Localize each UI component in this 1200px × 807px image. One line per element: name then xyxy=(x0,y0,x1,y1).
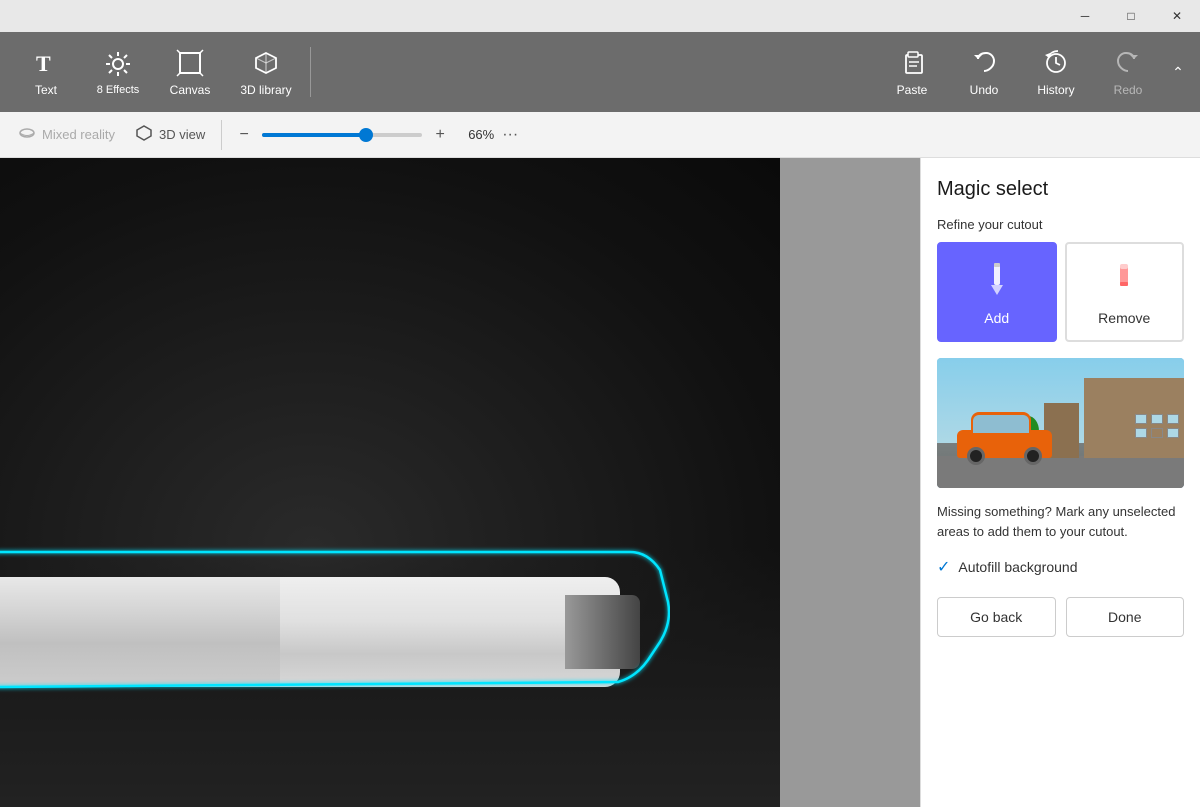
canvas-image xyxy=(0,158,780,807)
add-brush-icon xyxy=(979,259,1015,302)
toolbar-tools: T Text 8 Effects xyxy=(10,32,306,112)
canvas-area[interactable] xyxy=(0,158,920,807)
undo-icon xyxy=(968,47,1000,79)
preview-scene xyxy=(937,358,1184,488)
toolbar-item-3dlibrary[interactable]: 3D library xyxy=(226,36,306,108)
svg-text:T: T xyxy=(36,51,51,76)
zoom-in-button[interactable]: + xyxy=(428,123,452,147)
right-panel: Magic select Refine your cutout Add xyxy=(920,158,1200,807)
undo-label: Undo xyxy=(970,83,999,97)
zoom-out-button[interactable]: − xyxy=(232,123,256,147)
maximize-button[interactable]: □ xyxy=(1108,0,1154,32)
remove-button[interactable]: Remove xyxy=(1065,242,1185,342)
text-icon: T xyxy=(30,47,62,79)
toolbar-collapse-button[interactable]: ⌃ xyxy=(1166,36,1190,108)
add-label: Add xyxy=(984,310,1009,326)
zoom-slider-thumb[interactable] xyxy=(359,128,373,142)
secondary-separator xyxy=(221,120,222,150)
mixed-reality-button[interactable]: Mixed reality xyxy=(8,120,125,149)
go-back-button[interactable]: Go back xyxy=(937,597,1056,637)
panel-title: Magic select xyxy=(937,178,1184,201)
history-icon xyxy=(1040,47,1072,79)
mixed-reality-label: Mixed reality xyxy=(42,127,115,142)
toolbar-item-effects[interactable]: 8 Effects xyxy=(82,36,154,108)
toolbar-item-undo[interactable]: Undo xyxy=(950,36,1018,108)
zoom-control: − + 66% xyxy=(232,123,494,147)
title-bar: ─ □ ✕ xyxy=(0,0,1200,32)
minimize-button[interactable]: ─ xyxy=(1062,0,1108,32)
toolbar-separator xyxy=(310,47,311,97)
bottom-buttons: Go back Done xyxy=(937,597,1184,637)
done-button[interactable]: Done xyxy=(1066,597,1185,637)
toolbar-item-paste[interactable]: Paste xyxy=(878,36,946,108)
effects-icon xyxy=(102,48,134,80)
title-bar-controls: ─ □ ✕ xyxy=(1062,0,1200,32)
library-3d-icon xyxy=(250,47,282,79)
3d-view-button[interactable]: 3D view xyxy=(125,120,215,149)
text-label: Text xyxy=(35,83,57,97)
autofill-label: Autofill background xyxy=(958,559,1077,575)
toolbar-item-canvas[interactable]: Canvas xyxy=(154,36,226,108)
remove-label: Remove xyxy=(1098,310,1150,326)
autofill-checkmark: ✓ xyxy=(937,557,950,577)
redo-label: Redo xyxy=(1114,83,1143,97)
cutout-buttons: Add Remove xyxy=(937,242,1184,342)
toolbar: T Text 8 Effects xyxy=(0,32,1200,112)
history-label: History xyxy=(1037,83,1074,97)
toolbar-item-redo[interactable]: Redo xyxy=(1094,36,1162,108)
helper-text: Missing something? Mark any unselected a… xyxy=(937,502,1184,541)
effects-label: 8 Effects xyxy=(97,84,140,96)
canvas-icon xyxy=(174,47,206,79)
more-options-button[interactable]: ··· xyxy=(494,119,526,151)
close-button[interactable]: ✕ xyxy=(1154,0,1200,32)
preview-area xyxy=(937,358,1184,488)
redo-icon xyxy=(1112,47,1144,79)
3d-view-icon xyxy=(135,124,153,145)
paste-icon xyxy=(896,47,928,79)
add-button[interactable]: Add xyxy=(937,242,1057,342)
canvas-label: Canvas xyxy=(170,83,211,97)
zoom-slider-track xyxy=(262,133,422,137)
autofill-row[interactable]: ✓ Autofill background xyxy=(937,557,1184,577)
zoom-percent: 66% xyxy=(458,127,494,142)
zoom-slider-fill xyxy=(262,133,366,137)
library-label: 3D library xyxy=(240,83,291,97)
toolbar-item-text[interactable]: T Text xyxy=(10,36,82,108)
remove-eraser-icon xyxy=(1106,259,1142,302)
mixed-reality-icon xyxy=(18,124,36,145)
secondary-toolbar: Mixed reality 3D view − + 66% ··· xyxy=(0,112,1200,158)
refine-label: Refine your cutout xyxy=(937,217,1184,232)
main-area: Magic select Refine your cutout Add xyxy=(0,158,1200,807)
toolbar-right: Paste Undo History xyxy=(878,36,1190,108)
toolbar-item-history[interactable]: History xyxy=(1022,36,1090,108)
3d-view-label: 3D view xyxy=(159,127,205,142)
paste-label: Paste xyxy=(897,83,928,97)
